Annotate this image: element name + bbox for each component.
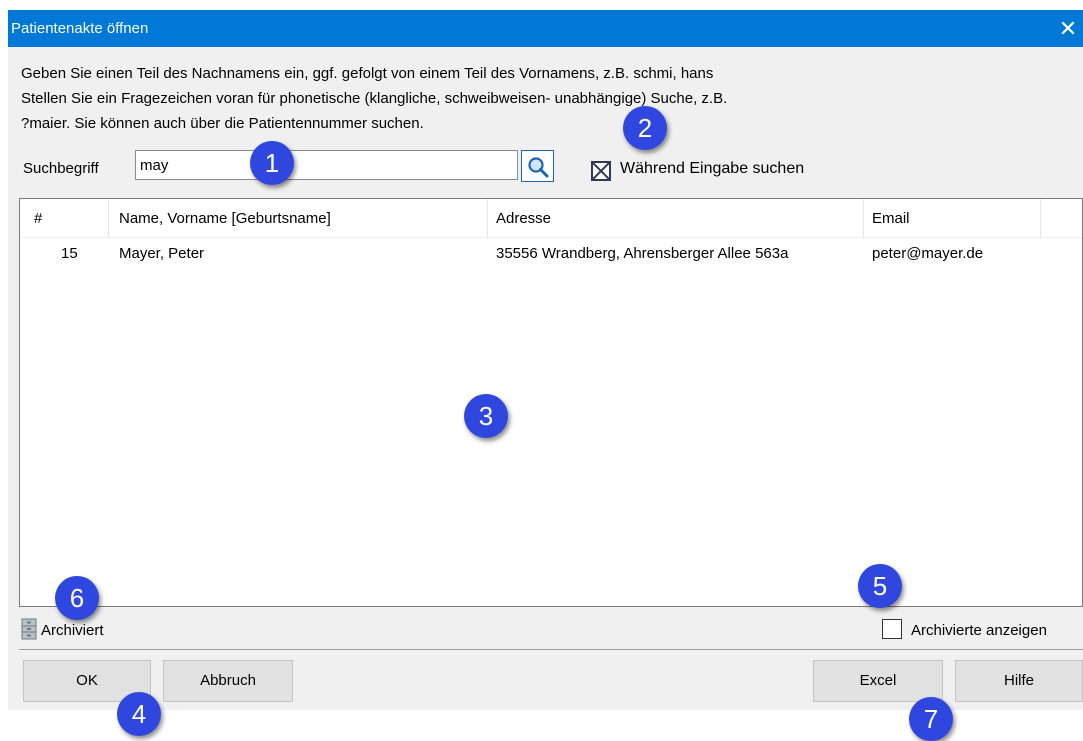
column-header-email[interactable]: Email	[872, 210, 910, 227]
column-divider[interactable]	[108, 199, 109, 237]
row-name: Mayer, Peter	[119, 245, 205, 262]
search-label: Suchbegriff	[23, 160, 99, 177]
window-title: Patientenakte öffnen	[11, 20, 149, 37]
list-header: # Name, Vorname [Geburtsname] Adresse Em…	[20, 199, 1082, 238]
cabinet-icon	[21, 618, 37, 640]
excel-button[interactable]: Excel	[813, 660, 943, 702]
magnifier-icon	[528, 157, 549, 178]
cancel-button[interactable]: Abbruch	[163, 660, 293, 702]
search-button[interactable]	[521, 150, 554, 182]
instruction-line-3: ?maier. Sie können auch über die Patient…	[21, 115, 424, 132]
show-archived-checkbox[interactable]	[882, 619, 902, 639]
archived-status-label: Archiviert	[41, 622, 104, 639]
callout-badge-1: 1	[250, 141, 294, 185]
instruction-line-2: Stellen Sie ein Fragezeichen voran für p…	[21, 90, 728, 107]
row-address: 35556 Wrandberg, Ahrensberger Allee 563a	[496, 245, 789, 262]
column-header-number[interactable]: #	[34, 210, 42, 227]
callout-badge-5: 5	[858, 564, 902, 608]
table-row[interactable]: 15 Mayer, Peter 35556 Wrandberg, Ahrensb…	[20, 237, 1082, 267]
show-archived-label[interactable]: Archivierte anzeigen	[911, 622, 1047, 639]
column-divider[interactable]	[863, 199, 864, 237]
title-bar[interactable]: Patientenakte öffnen ✕	[8, 10, 1083, 47]
open-patient-record-dialog: Patientenakte öffnen ✕ Geben Sie einen T…	[8, 10, 1083, 710]
help-button[interactable]: Hilfe	[955, 660, 1083, 702]
callout-badge-3: 3	[464, 394, 508, 438]
divider	[19, 649, 1083, 650]
callout-badge-6: 6	[55, 576, 99, 620]
callout-badge-2: 2	[623, 106, 667, 150]
column-divider[interactable]	[1040, 199, 1041, 237]
callout-badge-4: 4	[117, 692, 161, 736]
column-header-name[interactable]: Name, Vorname [Geburtsname]	[119, 210, 331, 227]
callout-badge-7: 7	[909, 697, 953, 741]
checkmark-x-icon	[593, 163, 609, 179]
row-email: peter@mayer.de	[872, 245, 984, 262]
live-search-label[interactable]: Während Eingabe suchen	[620, 160, 804, 178]
row-number: 15	[61, 245, 78, 262]
column-header-address[interactable]: Adresse	[496, 210, 551, 227]
column-divider[interactable]	[487, 199, 488, 237]
search-input[interactable]	[135, 150, 518, 180]
live-search-checkbox[interactable]	[591, 161, 611, 181]
close-button[interactable]: ✕	[1053, 10, 1083, 47]
patient-list[interactable]: # Name, Vorname [Geburtsname] Adresse Em…	[19, 198, 1083, 607]
instruction-line-1: Geben Sie einen Teil des Nachnamens ein,…	[21, 65, 714, 82]
